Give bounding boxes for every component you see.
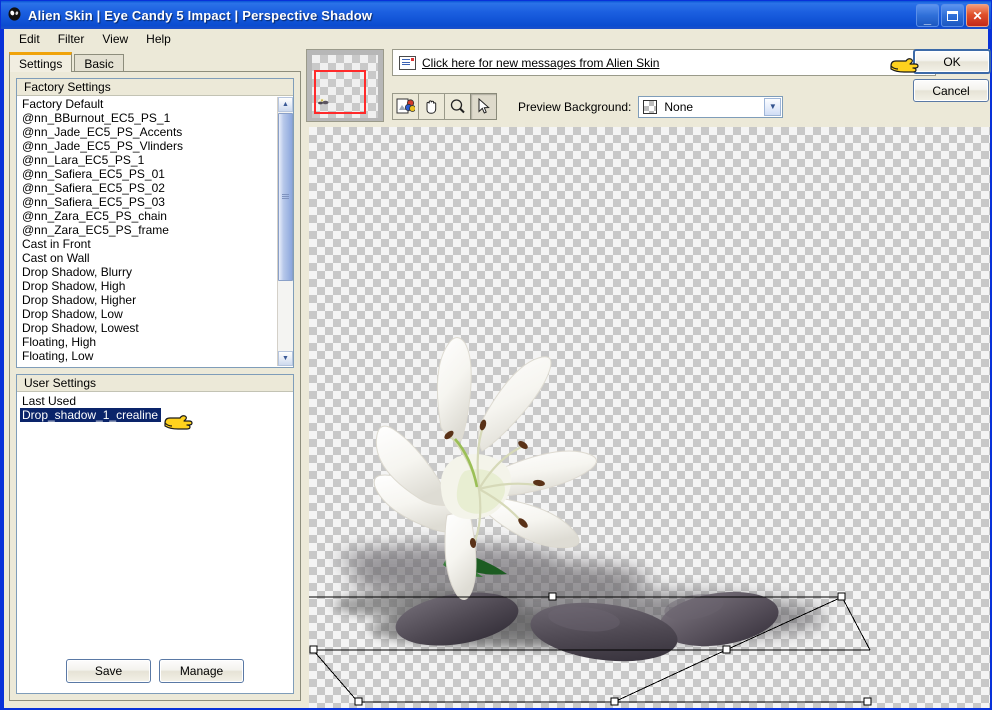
scroll-up-button[interactable]: ▲	[278, 97, 293, 112]
scroll-thumb[interactable]	[278, 113, 293, 281]
save-button[interactable]: Save	[66, 659, 151, 683]
chevron-down-icon: ▼	[282, 355, 289, 362]
preview-background-select[interactable]: None ▼	[638, 95, 784, 118]
mail-icon	[399, 55, 416, 70]
menu-filter[interactable]: Filter	[49, 30, 94, 48]
list-item[interactable]: @nn_Safiera_EC5_PS_02	[20, 181, 293, 195]
ok-button[interactable]: OK	[913, 49, 991, 74]
preview-panel: Click here for new messages from Alien S…	[306, 49, 991, 708]
list-item[interactable]: Drop Shadow, Lowest	[20, 321, 293, 335]
bottom-left-handle	[354, 697, 363, 706]
list-item[interactable]: Cast on Wall	[20, 251, 293, 265]
menu-edit[interactable]: Edit	[10, 30, 49, 48]
window-title: Alien Skin | Eye Candy 5 Impact | Perspe…	[28, 7, 373, 23]
cancel-button[interactable]: Cancel	[913, 79, 989, 102]
tab-settings-label: Settings	[19, 57, 63, 71]
top-mid-handle	[548, 592, 557, 601]
preview-canvas[interactable]	[309, 127, 990, 708]
thumbnail-navigator[interactable]	[306, 49, 384, 122]
preview-toolbar: Preview Background: None ▼	[392, 93, 784, 120]
settings-tab-body: Factory Settings Factory Default @nn_BBur…	[9, 71, 301, 701]
window-controls: _ ✕	[916, 4, 989, 27]
right-mid-handle	[722, 645, 731, 654]
factory-settings-list[interactable]: Factory Default @nn_BBurnout_EC5_PS_1 @nn_…	[17, 96, 293, 367]
bottom-right-handle	[863, 697, 872, 706]
user-settings-list[interactable]: Last UsedDrop_shadow_1_crealine CLAUDIA …	[17, 392, 293, 693]
list-item[interactable]: @nn_Lara_EC5_PS_1	[20, 153, 293, 167]
thumbnail-subject-icon	[317, 97, 331, 105]
list-item[interactable]: @nn_Safiera_EC5_PS_03	[20, 195, 293, 209]
top-right-handle	[837, 592, 846, 601]
settings-action-buttons: Save Manage	[17, 659, 293, 683]
factory-settings-scrollbar[interactable]: ▲ ▼	[277, 97, 293, 366]
manage-button[interactable]: Manage	[159, 659, 244, 683]
list-item[interactable]: Drop Shadow, Blurry	[20, 265, 293, 279]
application-window: Alien Skin | Eye Candy 5 Impact | Perspe…	[0, 0, 992, 710]
list-item[interactable]: @nn_Zara_EC5_PS_chain	[20, 209, 293, 223]
factory-settings-group: Factory Settings Factory Default @nn_BBur…	[16, 78, 294, 368]
new-messages-link[interactable]: Click here for new messages from Alien S…	[422, 56, 659, 70]
scroll-track[interactable]	[278, 112, 293, 351]
settings-panel: Settings Basic Factory Settings Factory …	[4, 49, 306, 708]
left-mid-handle	[309, 645, 318, 654]
dialog-buttons: OK Cancel	[913, 49, 991, 107]
list-item[interactable]: @nn_Safiera_EC5_PS_01	[20, 167, 293, 181]
minimize-button[interactable]: _	[916, 4, 939, 27]
scroll-down-button[interactable]: ▼	[278, 351, 293, 366]
list-item[interactable]: Cast in Front	[20, 237, 293, 251]
close-icon: ✕	[972, 8, 983, 23]
list-item[interactable]: @nn_Zara_EC5_PS_frame	[20, 223, 293, 237]
maximize-button[interactable]	[941, 4, 964, 27]
user-settings-header: User Settings	[17, 375, 293, 392]
close-button[interactable]: ✕	[966, 4, 989, 27]
title-bar: Alien Skin | Eye Candy 5 Impact | Perspe…	[1, 1, 991, 29]
transparency-swatch-icon	[643, 99, 658, 114]
arrow-select-icon[interactable]	[470, 93, 497, 120]
thumbnail-viewport-rect[interactable]	[314, 70, 366, 114]
preview-artwork	[309, 337, 872, 706]
menu-bar: Edit Filter View Help	[2, 29, 991, 49]
list-item[interactable]: Drop_shadow_1_crealine	[20, 408, 162, 422]
tab-basic[interactable]: Basic	[74, 54, 124, 72]
bottom-mid-handle	[610, 697, 619, 706]
tab-basic-label: Basic	[84, 57, 114, 71]
zoom-magnifier-icon[interactable]	[444, 93, 471, 120]
list-item[interactable]: Drop Shadow, High	[20, 279, 293, 293]
preview-background-label: Preview Background:	[518, 99, 632, 114]
tab-settings[interactable]: Settings	[9, 52, 73, 72]
chevron-up-icon: ▲	[282, 101, 289, 108]
tab-strip: Settings Basic	[9, 52, 124, 72]
list-item[interactable]: Drop Shadow, Higher	[20, 293, 293, 307]
user-settings-group: User Settings Last Used Drop_shadow_1_cre…	[16, 374, 294, 694]
list-item[interactable]: Floating, High	[20, 335, 293, 349]
list-item[interactable]: Drop Shadow, Low	[20, 307, 293, 321]
list-item[interactable]: Last Used	[20, 394, 76, 408]
menu-help[interactable]: Help	[137, 30, 180, 48]
maximize-icon	[947, 10, 958, 21]
list-item[interactable]: Floating, Low	[20, 349, 293, 363]
alien-head-icon	[6, 6, 23, 24]
factory-settings-header: Factory Settings	[17, 79, 293, 96]
compare-image-icon[interactable]	[392, 93, 419, 120]
list-item[interactable]: @nn_Jade_EC5_PS_Accents	[20, 125, 293, 139]
hand-pan-icon[interactable]	[418, 93, 445, 120]
minimize-icon: _	[923, 10, 932, 26]
list-item[interactable]: @nn_BBurnout_EC5_PS_1	[20, 111, 293, 125]
preview-background-value: None	[664, 99, 694, 114]
chevron-down-icon[interactable]: ▼	[764, 97, 782, 116]
list-item[interactable]: Factory Default	[20, 97, 293, 111]
grip-icon	[282, 193, 289, 201]
menu-view[interactable]: View	[93, 30, 137, 48]
message-bar[interactable]: Click here for new messages from Alien S…	[392, 49, 936, 76]
list-item[interactable]: @nn_Jade_EC5_PS_Vlinders	[20, 139, 293, 153]
